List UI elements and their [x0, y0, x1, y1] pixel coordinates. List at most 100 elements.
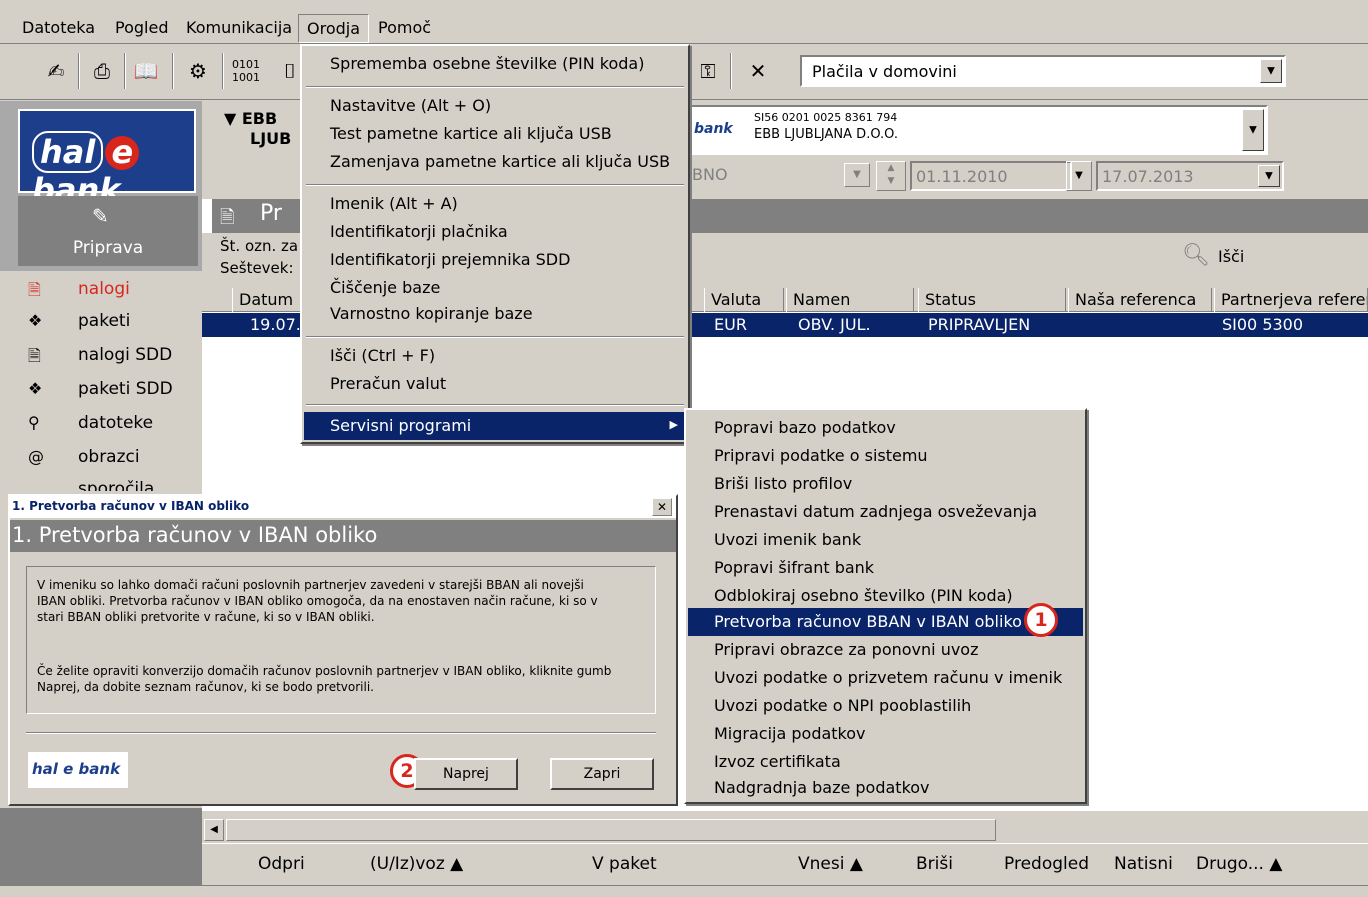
- sidebar-item-paketi-sdd[interactable]: ❖ paketi SDD: [28, 379, 173, 399]
- packages-icon: ❖: [28, 311, 43, 330]
- submenu-item-pripravi-obrazce[interactable]: Pripravi obrazce za ponovni uvoz: [714, 640, 978, 659]
- menu-item-imenik[interactable]: Imenik (Alt + A): [330, 194, 458, 213]
- date-to-field[interactable]: 17.07.2013: [1096, 161, 1284, 191]
- dialog-description: V imeniku so lahko domači računi poslovn…: [26, 566, 656, 714]
- submenu-item-uvozi-racun[interactable]: Uvozi podatke o prizvetem računu v imeni…: [714, 668, 1062, 687]
- menu-datoteka[interactable]: Datoteka: [22, 18, 95, 37]
- account-select[interactable]: bank SI56 0201 0025 8361 794 EBB LJUBLJA…: [688, 105, 1268, 155]
- chevron-down-icon[interactable]: [1260, 59, 1282, 83]
- date-to-value: 17.07.2013: [1102, 167, 1194, 186]
- menu-item-nastavitve[interactable]: Nastavitve (Alt + O): [330, 96, 491, 115]
- sidebar-item-nalogi[interactable]: 🗎 nalogi: [28, 279, 130, 299]
- submenu-item-popravi-sifrant[interactable]: Popravi šifrant bank: [714, 558, 874, 577]
- col-nasa-referenca[interactable]: Naša referenca: [1068, 288, 1212, 312]
- menu-komunikacija[interactable]: Komunikacija: [186, 18, 292, 37]
- naprej-button[interactable]: Naprej: [414, 758, 518, 790]
- v-paket-button[interactable]: V paket: [592, 854, 657, 874]
- menu-item-identifikatorji-placnika[interactable]: Identifikatorji plačnika: [330, 222, 508, 241]
- submenu-item-brisi-listo[interactable]: Briši listo profilov: [714, 474, 852, 493]
- files-icon: ⚲: [28, 413, 40, 432]
- row-date: 19.07.: [250, 315, 301, 334]
- horizontal-scrollbar[interactable]: ◀: [202, 815, 1368, 843]
- dialog-title: 1. Pretvorba računov v IBAN obliko: [12, 499, 250, 513]
- submenu-item-popravi-bazo[interactable]: Popravi bazo podatkov: [714, 418, 896, 437]
- natisni-button[interactable]: Natisni: [1114, 854, 1173, 874]
- col-datum[interactable]: Datum: [232, 288, 302, 312]
- menu-item-ciscenje-baze[interactable]: Čiščenje baze: [330, 278, 440, 297]
- submenu-item-nadgradnja[interactable]: Nadgradnja baze podatkov: [714, 778, 930, 797]
- sidebar-item-paketi[interactable]: ❖ paketi: [28, 311, 130, 331]
- payment-type-select[interactable]: Plačila v domovini: [800, 55, 1286, 87]
- date-from-field[interactable]: 01.11.2010: [910, 161, 1072, 191]
- date-from-dropdown[interactable]: ▼: [1066, 161, 1092, 191]
- sidebar-item-label: obrazci: [78, 447, 140, 467]
- menu-pomoc[interactable]: Pomoč: [378, 18, 431, 37]
- submenu-item-izvoz-certifikata[interactable]: Izvoz certifikata: [714, 752, 841, 771]
- dialog-separator: [26, 732, 656, 734]
- predogled-button[interactable]: Predogled: [1004, 854, 1089, 874]
- sidebar: hal ebank ✎ Priprava 🗎 nalogi ❖ paketi 🗎 …: [0, 101, 202, 501]
- menu-item-isci[interactable]: Išči (Ctrl + F): [330, 346, 435, 365]
- menu-item-identifikatorji-sdd[interactable]: Identifikatorji prejemnika SDD: [330, 250, 570, 269]
- sidebar-item-sporocila[interactable]: 🗎 sporočila: [78, 479, 154, 491]
- brisi-button[interactable]: Briši: [916, 854, 953, 874]
- print-icon[interactable]: ⎙: [84, 55, 120, 87]
- book-icon[interactable]: 📖: [128, 55, 164, 87]
- menu-item-pin[interactable]: Sprememba osebne številke (PIN koda): [330, 54, 644, 73]
- submenu-item-odblokiraj-pin[interactable]: Odblokiraj osebno številko (PIN koda): [714, 586, 1013, 605]
- sidebar-item-obrazci[interactable]: @ obrazci: [28, 447, 140, 467]
- odpri-button[interactable]: Odpri: [258, 854, 305, 874]
- submenu-item-prenastavi-datum[interactable]: Prenastavi datum zadnjega osveževanja: [714, 502, 1037, 521]
- drugo-button[interactable]: Drugo... ▲: [1196, 854, 1282, 874]
- menu-item-zamenjava-kartice[interactable]: Zamenjava pametne kartice ali ključa USB: [330, 152, 670, 171]
- submenu-item-migracija[interactable]: Migracija podatkov: [714, 724, 866, 743]
- col-partnerjeva-referenca[interactable]: Partnerjeva referen: [1214, 288, 1368, 312]
- menu-item-preracun-valut[interactable]: Preračun valut: [330, 374, 446, 393]
- menu-pogled[interactable]: Pogled: [115, 18, 168, 37]
- toolbar-separator: [172, 53, 174, 89]
- col-status[interactable]: Status: [918, 288, 1066, 312]
- submenu-item-uvozi-imenik[interactable]: Uvozi imenik bank: [714, 530, 861, 549]
- menu-item-servisni-programi[interactable]: Servisni programi ▶: [304, 412, 686, 440]
- filter-text: BNO: [692, 165, 728, 184]
- menu-orodja[interactable]: Orodja: [298, 14, 370, 43]
- col-namen[interactable]: Namen: [786, 288, 914, 312]
- tools-cross-icon[interactable]: ✕: [740, 55, 776, 87]
- row-status: PRIPRAVLJEN: [928, 315, 1031, 334]
- submenu-item-pretvorba-iban[interactable]: Pretvorba računov BBAN v IBAN obliko: [714, 612, 1022, 631]
- sign-icon[interactable]: ✍: [38, 55, 74, 87]
- dialog-paragraph-1: V imeniku so lahko domači računi poslovn…: [37, 578, 598, 624]
- date-spinner[interactable]: ▲ ▼: [876, 161, 906, 191]
- sidebar-item-nalogi-sdd[interactable]: 🗎 nalogi SDD: [28, 345, 173, 365]
- uvoz-izvoz-button[interactable]: (U/Iz)voz ▲: [370, 854, 463, 874]
- sidebar-item-datoteke[interactable]: ⚲ datoteke: [28, 413, 153, 433]
- key-icon[interactable]: ⚿: [690, 55, 726, 87]
- chevron-down-icon[interactable]: [1258, 165, 1280, 187]
- filter-dropdown[interactable]: ▼: [844, 163, 870, 187]
- col-valuta[interactable]: Valuta: [704, 288, 784, 312]
- search-icon[interactable]: 🔍︎: [1182, 243, 1210, 268]
- account-holder: EBB LJUBLJANA D.O.O.: [754, 127, 899, 142]
- scroll-left-icon[interactable]: ◀: [204, 819, 224, 841]
- zapri-button[interactable]: Zapri: [550, 758, 654, 790]
- menu-separator: [306, 184, 684, 186]
- binary-icon[interactable]: 0101 1001: [228, 55, 264, 87]
- vnesi-button[interactable]: Vnesi ▲: [798, 854, 863, 874]
- submenu-item-uvozi-npi[interactable]: Uvozi podatke o NPI pooblastilih: [714, 696, 971, 715]
- bank-expand[interactable]: ▼ EBB: [224, 109, 277, 128]
- settings-icon[interactable]: ⚙: [180, 55, 216, 87]
- priprava-panel[interactable]: ✎ Priprava: [18, 196, 198, 266]
- section-title: Pr: [260, 201, 282, 226]
- toolbar-separator: [78, 53, 80, 89]
- submenu-item-pripravi-podatke[interactable]: Pripravi podatke o sistemu: [714, 446, 928, 465]
- search-label[interactable]: Išči: [1218, 247, 1244, 266]
- close-icon[interactable]: ✕: [652, 498, 672, 516]
- step-1-marker: 1: [1024, 603, 1058, 637]
- scroll-thumb[interactable]: [226, 819, 996, 841]
- menu-item-test-kartice[interactable]: Test pametne kartice ali ključa USB: [330, 124, 612, 143]
- account-bank-logo: bank: [694, 121, 733, 137]
- sidebar-item-label: nalogi SDD: [78, 345, 173, 365]
- menu-separator: [306, 86, 684, 88]
- menu-item-varnostno-kopiranje[interactable]: Varnostno kopiranje baze: [330, 304, 533, 323]
- chevron-down-icon[interactable]: [1242, 109, 1264, 151]
